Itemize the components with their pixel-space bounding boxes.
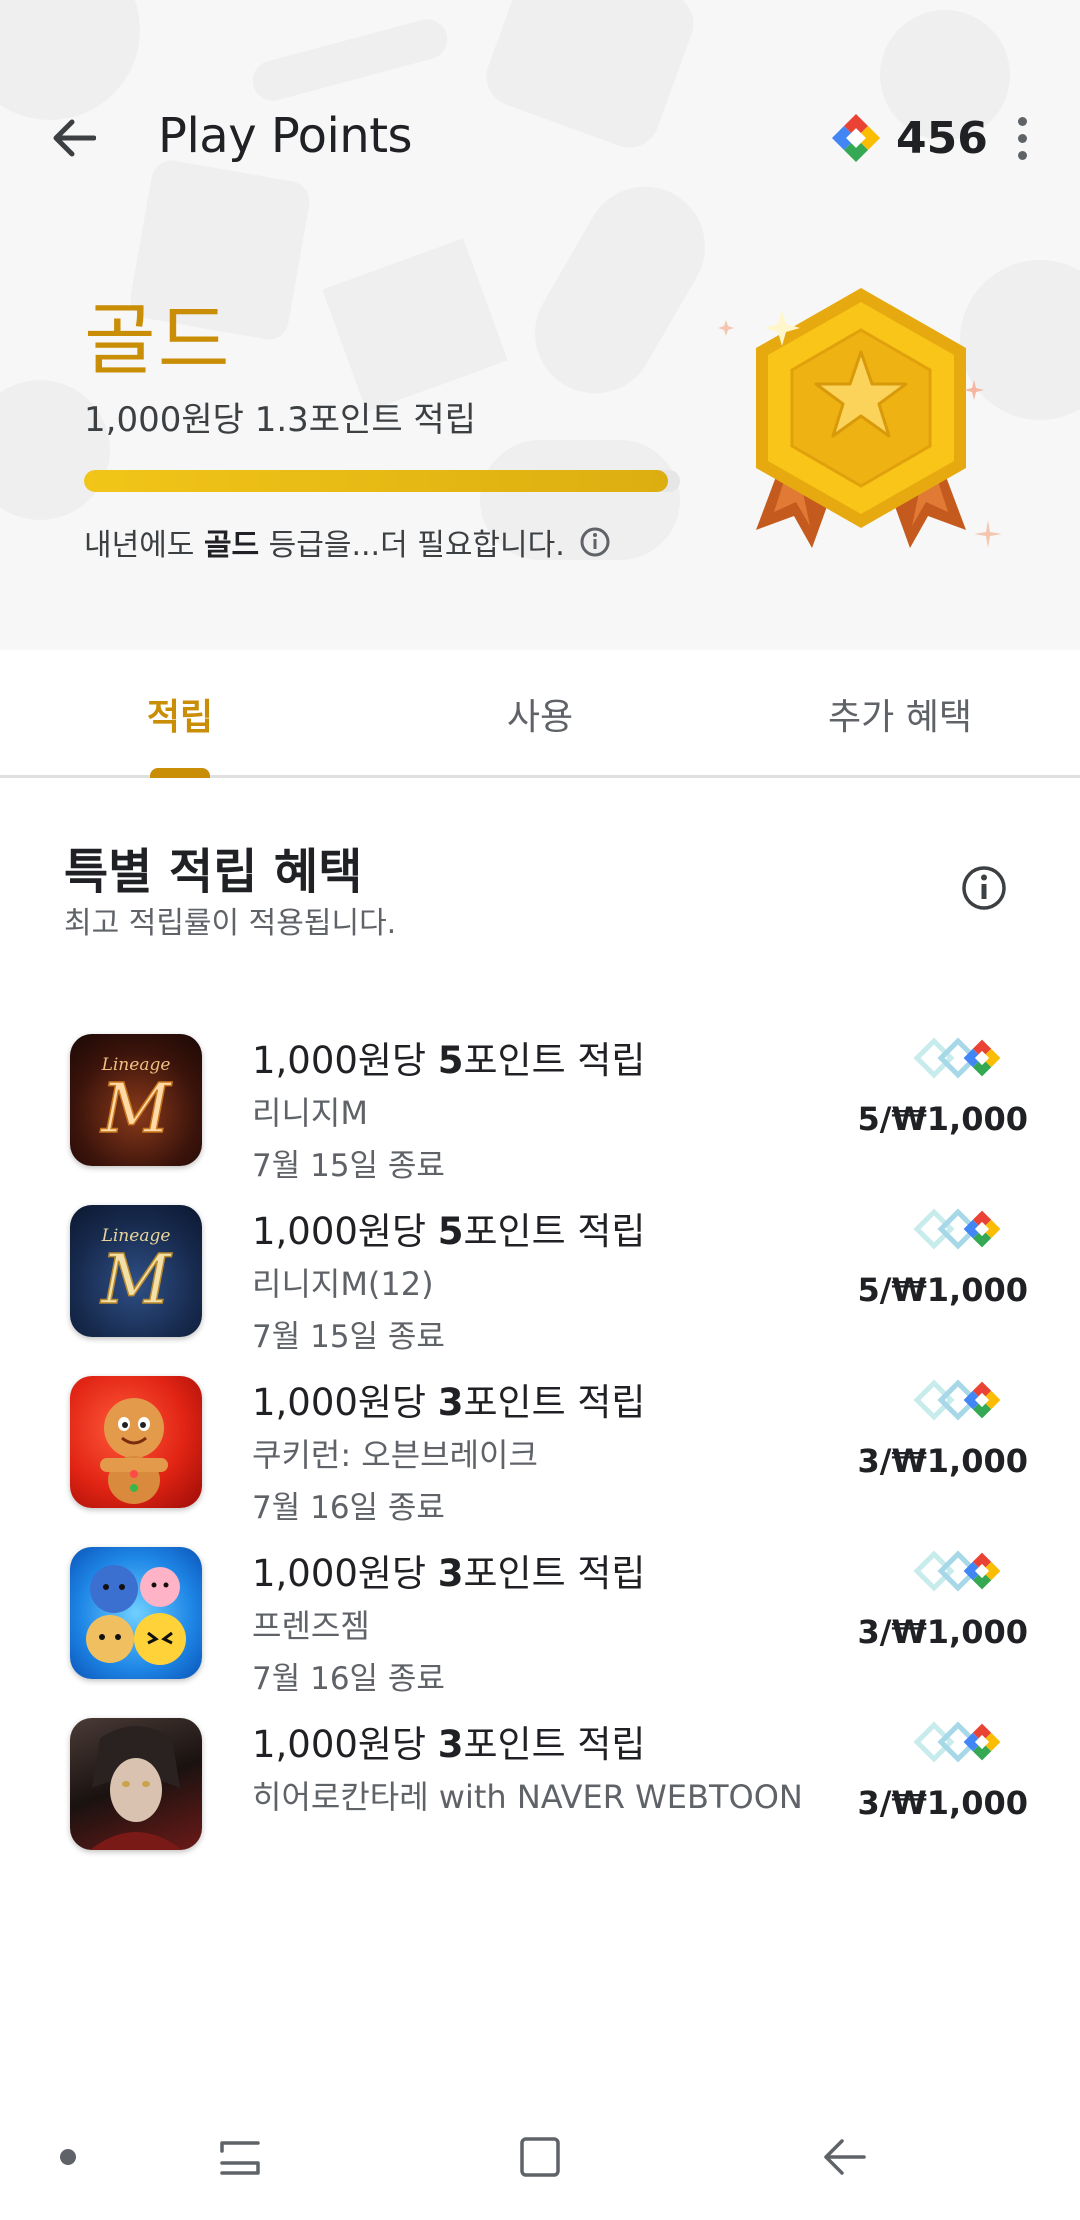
offer-title: 1,000원당 5포인트 적립 [252, 1201, 645, 1255]
nav-back-arrow-icon [824, 2139, 866, 2175]
app-icon-art [70, 1376, 202, 1508]
offer-title-suffix: 포인트 적립 [463, 1552, 646, 1595]
more-dot [1017, 116, 1027, 126]
app-icon-art: Lineage M [70, 1034, 202, 1166]
hero-cantare-icon [70, 1718, 202, 1850]
offer-rate: 5/₩1,000 [857, 1271, 1028, 1309]
offer-title-prefix: 1,000원당 [252, 1039, 438, 1082]
back-button[interactable] [36, 106, 110, 170]
play-points-screen: Play Points 456 골드 1,000원당 1.3포인트 적립 내년에 [0, 0, 1080, 2220]
offer-title: 1,000원당 3포인트 적립 [252, 1372, 645, 1426]
offer-title-suffix: 포인트 적립 [463, 1723, 646, 1766]
info-icon [962, 866, 1006, 910]
app-bar: Play Points 456 [0, 88, 1080, 188]
page-title: Play Points [158, 108, 413, 164]
tier-rate: 1,000원당 1.3포인트 적립 [84, 400, 476, 440]
tab-earn[interactable]: 적립 [0, 688, 360, 740]
lineage-logo-icon: Lineage M [98, 1226, 174, 1321]
nav-dot-icon [60, 2149, 76, 2165]
info-icon [580, 527, 610, 557]
offer-title-prefix: 1,000원당 [252, 1552, 438, 1595]
arrow-back-icon [53, 119, 96, 157]
points-multiplier-icon [913, 1379, 1001, 1421]
tier-note-text: 내년에도 골드 등급을...더 필요합니다. [84, 520, 565, 564]
lineage-m-12-icon: Lineage M [70, 1205, 202, 1337]
friends-gem-icon [70, 1547, 202, 1679]
points-multiplier-icon [913, 1721, 1001, 1763]
recent-apps-icon [220, 2141, 260, 2175]
friends-characters-icon [86, 1565, 186, 1665]
tier-note-prefix: 내년에도 [84, 528, 204, 563]
offer-title-suffix: 포인트 적립 [463, 1210, 646, 1253]
more-dot [1017, 133, 1027, 143]
recent-apps-button[interactable] [200, 2122, 280, 2192]
tier-progress-fill [84, 470, 669, 492]
tier-note-tier: 골드 [203, 528, 260, 563]
offer-title-prefix: 1,000원당 [252, 1723, 438, 1766]
points-balance[interactable]: 456 [830, 106, 988, 170]
offer-title-suffix: 포인트 적립 [463, 1381, 646, 1424]
offer-title: 1,000원당 5포인트 적립 [252, 1030, 645, 1084]
offer-rate: 3/₩1,000 [857, 1613, 1028, 1651]
tier-progress-bar [84, 470, 680, 492]
points-multiplier-icon [913, 1037, 1001, 1079]
app-icon-art: Lineage M [70, 1205, 202, 1337]
offer-title-suffix: 포인트 적립 [463, 1039, 646, 1082]
offer-title-points: 5 [437, 1039, 464, 1082]
offer-title: 1,000원당 3포인트 적립 [252, 1543, 645, 1597]
more-options-button[interactable] [1002, 106, 1042, 170]
tab-bar: 적립 사용 추가 혜택 [0, 650, 1080, 778]
points-value: 456 [896, 112, 988, 164]
list-item[interactable]: 1,000원당 3포인트 적립 히어로칸타레 with NAVER WEBTOO… [0, 1672, 1080, 1914]
tab-use[interactable]: 사용 [360, 688, 720, 740]
decor-shape [322, 238, 508, 412]
offer-title-prefix: 1,000원당 [252, 1381, 438, 1424]
offer-app-name: 프렌즈젬 [252, 1607, 370, 1645]
tier-note-suffix: 등급을...더 필요합니다. [259, 528, 565, 563]
app-icon-art [70, 1718, 202, 1850]
tab-extra-benefits[interactable]: 추가 혜택 [720, 688, 1080, 740]
nav-back-button[interactable] [804, 2122, 884, 2192]
offer-title-points: 5 [437, 1210, 464, 1253]
points-multiplier-icon [913, 1550, 1001, 1592]
gold-tier-badge-icon [718, 288, 1002, 548]
offer-title-prefix: 1,000원당 [252, 1210, 438, 1253]
decor-shape [513, 164, 727, 416]
offer-app-name: 리니지M(12) [252, 1265, 434, 1303]
offer-title-points: 3 [437, 1381, 464, 1424]
tier-status-note[interactable]: 내년에도 골드 등급을...더 필요합니다. [84, 520, 611, 564]
nav-dot-button[interactable] [48, 2122, 88, 2192]
tier-name: 골드 [84, 296, 232, 386]
section-info-button[interactable] [956, 860, 1012, 916]
section-subtitle: 최고 적립률이 적용됩니다. [64, 906, 397, 941]
system-nav-bar [0, 2092, 1080, 2220]
tab-selected-indicator [150, 768, 210, 778]
special-offers-list: Lineage M 1,000원당 5포인트 적립 리니지M 7월 15일 종료… [0, 988, 1080, 2092]
offer-title: 1,000원당 3포인트 적립 [252, 1714, 645, 1768]
more-dot [1017, 150, 1027, 160]
home-square-icon [520, 2137, 560, 2177]
section-title: 특별 적립 혜택 [64, 844, 363, 900]
offer-rate: 5/₩1,000 [857, 1100, 1028, 1138]
gingerbread-cookie-icon [100, 1398, 168, 1504]
lineage-logo-icon: Lineage M [98, 1055, 174, 1150]
home-button[interactable] [500, 2122, 580, 2192]
list-scroll-fade [0, 2050, 1080, 2092]
app-icon-art [70, 1547, 202, 1679]
offer-app-name: 히어로칸타레 with NAVER WEBTOON [252, 1778, 803, 1816]
points-multiplier-icon [913, 1208, 1001, 1250]
svg-text:M: M [99, 1070, 173, 1149]
cookie-run-icon [70, 1376, 202, 1508]
offer-rate: 3/₩1,000 [857, 1442, 1028, 1480]
hero-character-icon [90, 1726, 182, 1850]
offer-title-points: 3 [437, 1552, 464, 1595]
offer-app-name: 리니지M [252, 1094, 368, 1132]
offer-rate: 3/₩1,000 [857, 1784, 1028, 1822]
offer-app-name: 쿠키런: 오븐브레이크 [252, 1436, 538, 1474]
play-points-icon [831, 113, 881, 163]
svg-text:M: M [99, 1241, 173, 1320]
lineage-m-icon: Lineage M [70, 1034, 202, 1166]
offer-title-points: 3 [437, 1723, 464, 1766]
